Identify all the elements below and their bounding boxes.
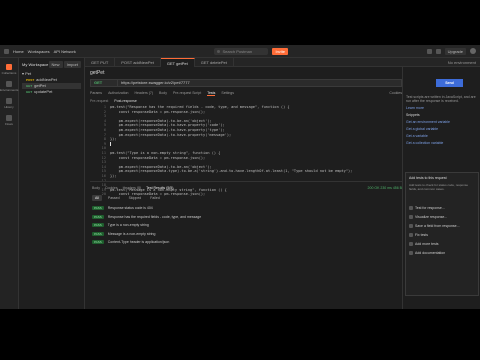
request-tabs: GET PUT POST addNewPet GET getPet GET de… [85, 57, 480, 67]
environment-select[interactable]: No environment [448, 60, 476, 65]
panel-item[interactable]: Add more tests [409, 242, 475, 246]
subtab-postresponse[interactable]: Post-response [114, 99, 137, 103]
panel-description: Add tests to check for status code, resp… [409, 183, 469, 191]
test-result-row: PASS Response has the required fields - c… [92, 214, 202, 219]
collections-icon [6, 64, 12, 70]
filter-passed[interactable]: Passed [105, 195, 123, 201]
tab-addnewpet[interactable]: POST addNewPet [115, 57, 161, 67]
panel-item[interactable]: Add documentation [409, 251, 475, 255]
test-result-row: PASS Message is a non-empty string [92, 231, 156, 236]
panel-item[interactable]: Visualize response... [409, 215, 475, 219]
method-select[interactable]: GET [90, 79, 118, 87]
avatar[interactable] [470, 48, 476, 54]
tab-tests[interactable]: Tests [207, 91, 216, 96]
collection-tree: ▾ Pet POST addNewPet GET getPet GET updateP… [19, 71, 84, 95]
environments-icon [6, 81, 12, 87]
response-status: 200 OK 230 ms 456 B [367, 186, 402, 190]
invite-button[interactable]: Invite [272, 47, 289, 55]
snippet-link[interactable]: Get an environment variable [406, 120, 476, 124]
panel-item[interactable]: Save a field from response... [409, 224, 475, 228]
filter-all[interactable]: All [92, 195, 102, 201]
snippets-heading: Snippets [406, 113, 420, 117]
panel-item[interactable]: Test for response... [409, 206, 475, 210]
search-icon [217, 49, 221, 53]
test-result-row: PASS Response status code is 404 [92, 206, 153, 211]
snippet-link[interactable]: Get a collection variable [406, 141, 476, 145]
test-result-row: PASS Type is a non-empty string [92, 223, 149, 228]
pass-badge: PASS [92, 231, 104, 236]
filter-skipped[interactable]: Skipped [126, 195, 145, 201]
pass-badge: PASS [92, 223, 104, 228]
rail-flows[interactable]: Flows [0, 115, 18, 126]
resp-tab-test-results[interactable]: Test Results (5/5) [146, 186, 173, 190]
tab-headers[interactable]: Headers (7) [135, 91, 153, 96]
sidebar: My Workspace New Import ▾ Pet POST addNew… [19, 58, 85, 309]
request-section-tabs: Params Authorization Headers (7) Body Pr… [90, 91, 402, 96]
new-button[interactable]: New [48, 61, 63, 68]
panel-item[interactable]: Fix tests [409, 233, 475, 237]
tab-put[interactable]: GET PUT [85, 57, 116, 67]
chart-icon [409, 215, 413, 219]
tab-deletepet[interactable]: GET deletePet [195, 57, 234, 67]
import-button[interactable]: Import [63, 61, 81, 68]
snippets: Test scripts are written in JavaScript, … [406, 95, 476, 148]
tab-body[interactable]: Body [159, 91, 167, 96]
response-panel: Body Cookies Headers (8) Test Results (5… [90, 181, 402, 309]
resp-tab-cookies[interactable]: Cookies [105, 186, 118, 190]
wrench-icon [409, 233, 413, 237]
home-link[interactable]: Home [13, 49, 24, 54]
test-filters: All Passed Skipped Failed [90, 195, 402, 201]
resp-tab-headers[interactable]: Headers (8) [123, 186, 141, 190]
panel-title: Add tests to this request [409, 176, 447, 180]
tab-prerequest[interactable]: Pre-request Script [173, 91, 201, 96]
right-panel: Send Test scripts are written in JavaScr… [402, 67, 480, 309]
upgrade-button[interactable]: Upgrade [444, 47, 466, 55]
settings-icon[interactable] [426, 48, 432, 54]
tab-settings[interactable]: Settings [221, 91, 234, 96]
tree-item-updatepet[interactable]: GET updatePet [22, 89, 81, 95]
request-name: getPet [90, 70, 105, 76]
filter-failed[interactable]: Failed [147, 195, 163, 201]
flows-icon [6, 115, 12, 121]
learn-more-link[interactable]: Learn more [406, 106, 476, 110]
rail-collections[interactable]: Collections [0, 64, 18, 75]
tab-params[interactable]: Params [90, 91, 102, 96]
cookies-link[interactable]: Cookies [389, 91, 402, 96]
snippet-link[interactable]: Get a global variable [406, 127, 476, 131]
top-bar: Home Workspaces API Network Search Postm… [0, 45, 480, 58]
notifications-icon[interactable] [435, 48, 441, 54]
snippets-intro: Test scripts are written in JavaScript, … [406, 95, 476, 103]
test-results-list: PASS Response status code is 404 PASS Respo… [90, 204, 402, 247]
workspace-title: My Workspace [22, 62, 49, 67]
add-tests-panel: Add tests to this request Add tests to c… [405, 172, 479, 296]
back-arrow-icon[interactable] [4, 48, 9, 54]
workspaces-menu[interactable]: Workspaces [28, 49, 50, 54]
rail-history[interactable]: History [0, 98, 18, 109]
request-editor: getPet GET https://petstore.swagger.io/v… [85, 67, 402, 309]
postman-window: Home Workspaces API Network Search Postm… [0, 45, 480, 309]
send-button[interactable]: Send [436, 79, 463, 87]
rail-environments[interactable]: Environments [0, 81, 18, 92]
history-icon [6, 98, 12, 104]
tab-getpet[interactable]: GET getPet [160, 57, 195, 67]
test-result-row: PASS Content-Type header is application/j… [92, 240, 170, 245]
save-icon [409, 224, 413, 228]
script-editor[interactable]: 1 pm.test("Response has the required fiel… [90, 105, 402, 196]
resp-tab-body[interactable]: Body [92, 186, 100, 190]
api-network-menu[interactable]: API Network [54, 49, 76, 54]
url-bar: GET https://petstore.swagger.io/v2/pet/7… [90, 79, 402, 87]
tab-authorization[interactable]: Authorization [108, 91, 128, 96]
search-input[interactable]: Search Postman [214, 47, 269, 55]
pass-badge: PASS [92, 240, 104, 245]
url-input[interactable]: https://petstore.swagger.io/v2/pet/7777 [118, 79, 402, 87]
left-rail: Collections Environments History Flows [0, 58, 19, 309]
snippet-link[interactable]: Get a variable [406, 134, 476, 138]
script-subtabs: Pre-request Post-response [90, 99, 137, 103]
flask-icon [409, 206, 413, 210]
subtab-prerequest[interactable]: Pre-request [90, 99, 108, 103]
pass-badge: PASS [92, 214, 104, 219]
pass-badge: PASS [92, 206, 104, 211]
plus-icon [409, 242, 413, 246]
document-icon [409, 251, 413, 255]
